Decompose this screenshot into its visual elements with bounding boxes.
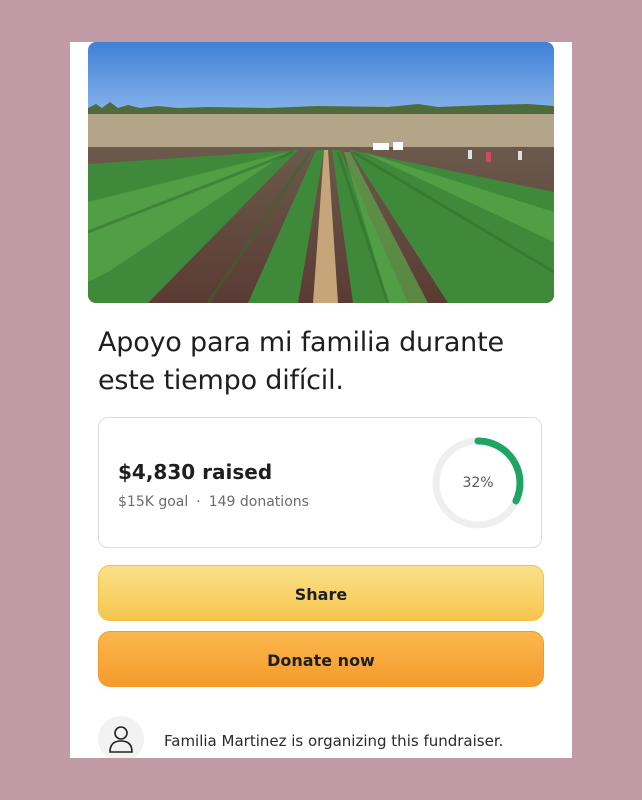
fundraiser-card: Apoyo para mi familia durante este tiemp… (70, 42, 572, 758)
donation-count: 149 donations (208, 494, 309, 510)
share-button[interactable]: Share (98, 565, 544, 621)
organizer-row: Familia Martinez is organizing this fund… (98, 716, 558, 758)
hero-image (88, 42, 554, 303)
goal-and-donations: $15K goal · 149 donations (118, 494, 309, 510)
goal-amount: $15K goal (118, 494, 189, 510)
organizer-text: Familia Martinez is organizing this fund… (164, 732, 504, 750)
organizer-avatar (98, 716, 144, 758)
donate-now-button[interactable]: Donate now (98, 631, 544, 687)
campaign-title: Apoyo para mi familia durante este tiemp… (98, 327, 504, 396)
user-icon (109, 726, 133, 753)
progress-ring: 32% (431, 436, 525, 530)
amount-raised: $4,830 raised (118, 460, 273, 484)
meta-separator: · (196, 494, 201, 510)
progress-panel: $4,830 raised $15K goal · 149 donations 32… (98, 417, 542, 548)
progress-percent: 32% (462, 475, 494, 491)
